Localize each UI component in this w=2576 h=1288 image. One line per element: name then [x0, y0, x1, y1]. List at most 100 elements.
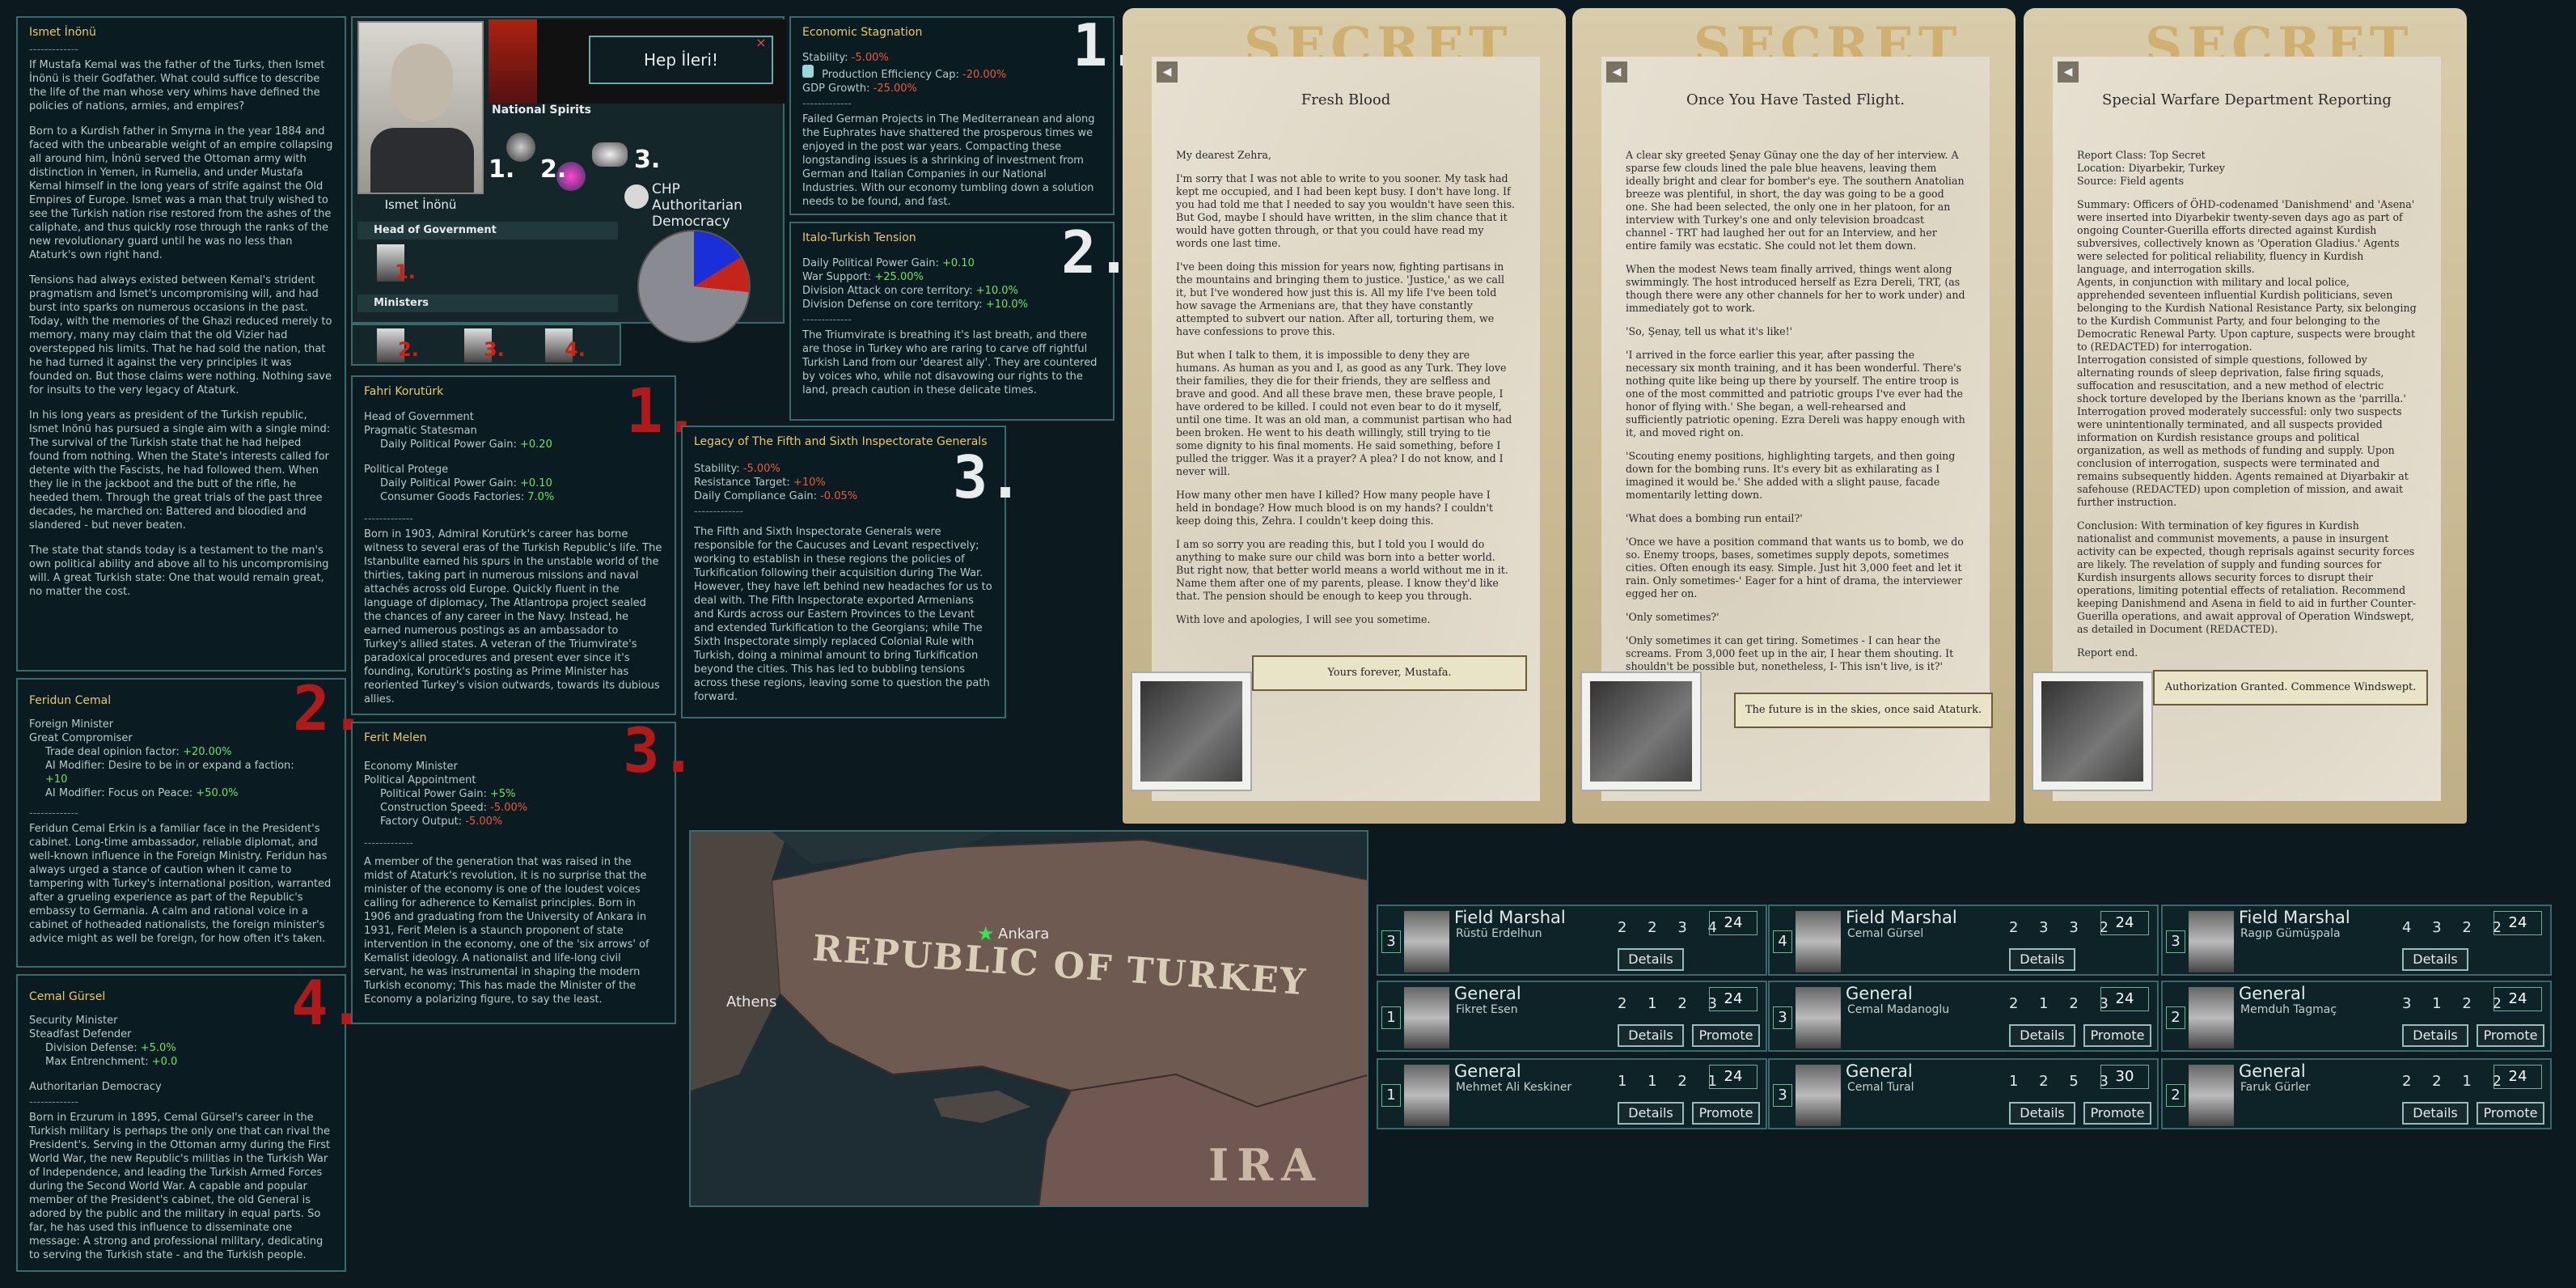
general-portrait[interactable]	[2189, 911, 2234, 972]
letter-option-button[interactable]: Yours forever, Mustafa.	[1252, 655, 1527, 691]
mod-value: -5.00%	[465, 816, 503, 828]
letter-title: Once You Have Tasted Flight.	[1686, 91, 1906, 108]
party-ideology-1: Authoritarian	[652, 197, 742, 214]
capital-star-icon[interactable]: ★	[977, 922, 995, 945]
general-card[interactable]: 3 Field Marshal Rüstü Erdelhun 2 2 3 4 24 Det…	[1377, 905, 1767, 976]
mod-value: +50.0%	[196, 787, 239, 799]
letter-paragraph: Conclusion: With termination of key figu…	[2077, 519, 2417, 635]
role: Head of Government	[364, 411, 474, 423]
general-card[interactable]: 3 General Cemal Tural 1 2 5 3 30 Details Promo…	[1768, 1058, 2159, 1129]
general-portrait[interactable]	[1796, 1065, 1841, 1126]
mod-label: Daily Political Power Gain:	[380, 439, 520, 451]
details-button[interactable]: Details	[2402, 948, 2468, 971]
separator: -------------	[364, 513, 413, 525]
letter-photo	[1131, 672, 1252, 791]
general-card[interactable]: 2 General Faruk Gürler 2 2 1 2 24 Details Prom…	[2161, 1058, 2552, 1129]
mod-value: +25.00%	[874, 271, 924, 283]
details-button[interactable]: Details	[1618, 948, 1684, 971]
bio: Feridun Cemal Erkin is a familiar face i…	[29, 823, 332, 945]
letter-paragraph: But when I talk to them, it is impossibl…	[1176, 349, 1512, 477]
letter-paragraph: I am so sorry you are reading this, but …	[1176, 538, 1508, 602]
bio-p4: In his long years as president of the Tu…	[29, 409, 331, 532]
details-button[interactable]: Details	[1618, 1024, 1684, 1047]
slogan-button[interactable]: Hep İleri!	[589, 36, 773, 84]
letter-option-button[interactable]: Authorization Granted. Commence Windswep…	[2153, 670, 2428, 705]
details-button[interactable]: Details	[1618, 1102, 1684, 1125]
general-card[interactable]: 1 General Mehmet Ali Keskiner 1 1 2 1 24 Deta…	[1377, 1058, 1767, 1129]
letter-paragraph: 'What does a bombing run entail?'	[1626, 512, 1803, 524]
promote-button[interactable]: Promote	[2477, 1102, 2544, 1125]
map-view[interactable]: REPUBLIC OF TURKEY Ankara Athens IRA ★	[689, 830, 1368, 1207]
details-button[interactable]: Details	[2402, 1024, 2468, 1047]
back-arrow-icon[interactable]: ◀	[2058, 61, 2079, 83]
details-button[interactable]: Details	[2009, 948, 2075, 971]
general-count: 24	[2100, 911, 2149, 935]
letter-paragraph: 'Once we have a position command that wa…	[1626, 536, 1964, 600]
politics-pie-chart[interactable]	[637, 230, 751, 343]
details-button[interactable]: Details	[2009, 1024, 2075, 1047]
promote-button[interactable]: Promote	[1692, 1024, 1760, 1047]
tooltip-title: Feridun Cemal	[29, 694, 112, 707]
general-rank: Field Marshal	[1454, 908, 1566, 927]
trait: Political Protege	[364, 464, 449, 476]
leader-panel: Ismet İnönü Hep İleri! × National Spirit…	[351, 16, 786, 343]
portrait-head	[391, 44, 453, 121]
general-card[interactable]: 3 General Cemal Madanoglu 2 1 2 3 24 Details P…	[1768, 981, 2159, 1052]
back-arrow-icon[interactable]: ◀	[1606, 61, 1627, 83]
flag-area: Hep İleri! ×	[489, 19, 786, 104]
letter-paragraph: 'So, Şenay, tell us what it's like!'	[1626, 325, 1793, 337]
tooltip-title: Italo-Turkish Tension	[802, 231, 916, 244]
general-level: 3	[1773, 1006, 1792, 1029]
mod-value: +0.20	[520, 439, 552, 451]
details-button[interactable]: Details	[2009, 1102, 2075, 1125]
promote-button[interactable]: Promote	[2083, 1102, 2151, 1125]
back-arrow-icon[interactable]: ◀	[1157, 61, 1178, 83]
general-portrait[interactable]	[2189, 987, 2234, 1049]
general-portrait[interactable]	[1796, 987, 1841, 1049]
spirit-icon-3[interactable]	[592, 142, 628, 167]
mod-value: +10	[45, 773, 68, 786]
minister-slots: 2. 3. 4.	[351, 324, 621, 366]
general-rank: Field Marshal	[1846, 908, 1957, 927]
general-count: 24	[2494, 1065, 2542, 1089]
general-card[interactable]: 4 Field Marshal Cemal Gürsel 2 3 3 2 24 Detai…	[1768, 905, 2159, 976]
mod-value: +10.0%	[985, 299, 1029, 311]
iraq-label: IRA	[1208, 1139, 1324, 1191]
letter-option-button[interactable]: The future is in the skies, once said At…	[1734, 693, 1993, 728]
mod-label: AI Modifier: Focus on Peace:	[45, 787, 197, 799]
mod-value: -5.00%	[490, 802, 528, 814]
close-icon[interactable]: ×	[754, 36, 768, 50]
details-button[interactable]: Details	[2402, 1102, 2468, 1125]
general-portrait[interactable]	[2189, 1065, 2234, 1126]
promote-button[interactable]: Promote	[2083, 1024, 2151, 1047]
general-level: 2	[2166, 1006, 2185, 1029]
mod-label: Consumer Goods Factories:	[380, 491, 528, 503]
econ-tooltip: Economic Stagnation Stability: -5.00% Pr…	[789, 16, 1115, 215]
leader-portrait[interactable]	[357, 21, 484, 194]
general-portrait[interactable]	[1796, 911, 1841, 972]
bio-p5: The state that stands today is a testame…	[29, 544, 329, 598]
mod-value: -0.05%	[820, 490, 858, 502]
letter-folder: SECRET ◀ Once You Have Tasted Flight. A cle…	[1572, 8, 2016, 849]
mod-label: Production Efficiency Cap:	[818, 69, 962, 81]
hog-label: 1.	[395, 261, 416, 283]
mod-value: +0.10	[520, 477, 552, 489]
mod-label: Division Attack on core territory:	[802, 285, 976, 297]
general-portrait[interactable]	[1404, 987, 1449, 1049]
mod-label: Daily Political Power Gain:	[802, 257, 942, 269]
general-portrait[interactable]	[1404, 911, 1449, 972]
mod-label: Division Defense:	[45, 1042, 141, 1054]
separator: -------------	[364, 837, 413, 849]
letter-paragraph: 'I arrived in the force earlier this yea…	[1626, 349, 1965, 439]
bio-p3: Tensions had always existed between Kema…	[29, 274, 332, 396]
mod-label: GDP Growth:	[802, 83, 873, 95]
promote-button[interactable]: Promote	[1692, 1102, 1760, 1125]
role: Security Minister	[29, 1015, 118, 1027]
general-card[interactable]: 1 General Fikret Esen 2 1 2 3 24 Details Promo…	[1377, 981, 1767, 1052]
promote-button[interactable]: Promote	[2477, 1024, 2544, 1047]
letter-paragraph: When the modest News team finally arrive…	[1626, 263, 1965, 314]
general-portrait[interactable]	[1404, 1065, 1449, 1126]
general-card[interactable]: 3 Field Marshal Ragıp Gümüşpala 4 3 2 2 24 De…	[2161, 905, 2552, 976]
general-count: 30	[2100, 1065, 2149, 1089]
general-card[interactable]: 2 General Memduh Tagmaç 3 1 2 2 24 Details Pro…	[2161, 981, 2552, 1052]
